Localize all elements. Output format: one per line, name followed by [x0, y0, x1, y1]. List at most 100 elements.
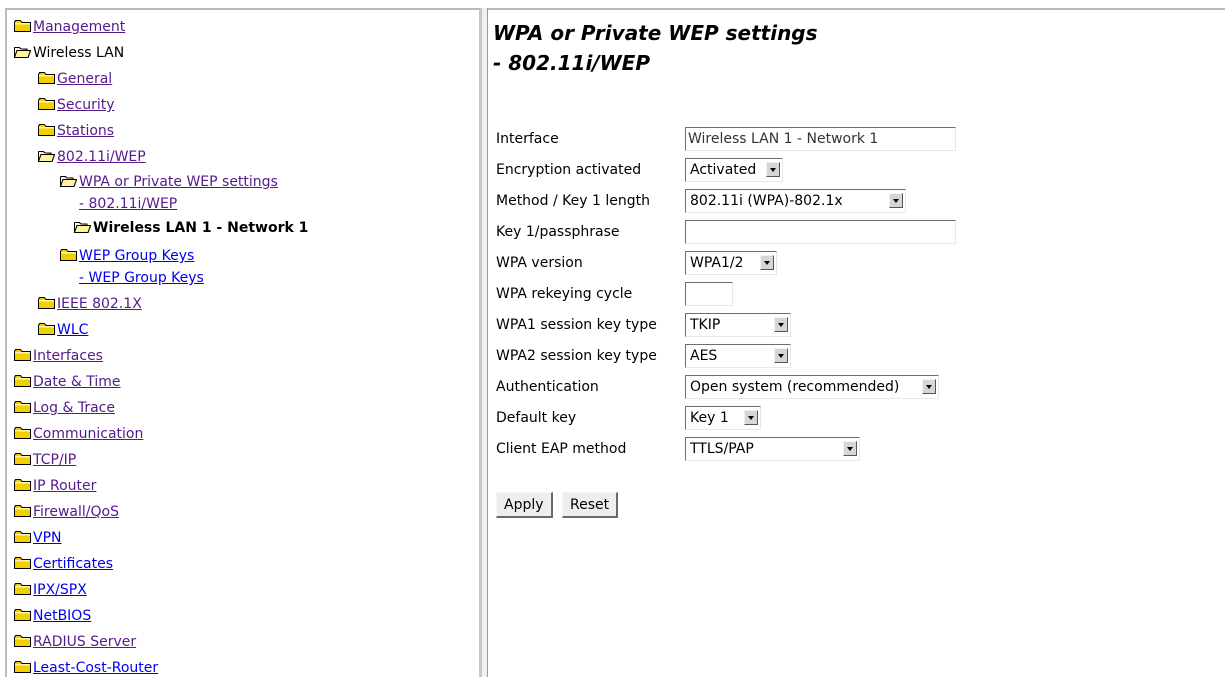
folder-icon	[14, 583, 31, 595]
wpa2-key-type-select[interactable]: AES	[685, 344, 791, 368]
nav-item-wireless-lan[interactable]: Wireless LAN	[14, 42, 124, 64]
nav-item-communication[interactable]: Communication	[14, 423, 143, 445]
default-key-select[interactable]: Key 1	[685, 406, 761, 430]
navigation-frame: Management Wireless LAN General Security…	[5, 8, 482, 677]
wpa1-key-type-select[interactable]: TKIP	[685, 313, 791, 337]
nav-item-ieee-8021x[interactable]: IEEE 802.1X	[38, 293, 142, 315]
folder-open-icon	[60, 175, 77, 187]
passphrase-input[interactable]	[685, 220, 956, 244]
folder-icon	[38, 72, 55, 84]
chevron-down-icon[interactable]	[766, 162, 780, 177]
nav-item-firewall-qos[interactable]: Firewall/QoS	[14, 501, 119, 523]
wpa2-key-type-label: WPA2 session key type	[496, 348, 657, 364]
nav-item-stations[interactable]: Stations	[38, 120, 114, 142]
chevron-down-icon[interactable]	[843, 441, 857, 456]
eap-method-label: Client EAP method	[496, 441, 627, 457]
nav-link-general[interactable]: General	[57, 71, 112, 87]
encryption-select-value: Activated	[690, 162, 757, 178]
nav-link-ip-router[interactable]: IP Router	[33, 478, 96, 494]
nav-item-tcpip[interactable]: TCP/IP	[14, 449, 76, 471]
nav-link-certificates[interactable]: Certificates	[33, 556, 113, 572]
nav-link-radius-server[interactable]: RADIUS Server	[33, 634, 136, 650]
nav-link-wpa-settings[interactable]: WPA or Private WEP settings	[79, 174, 278, 190]
wpa1-key-type-select-value: TKIP	[690, 317, 721, 333]
eap-method-select[interactable]: TTLS/PAP	[685, 437, 860, 461]
nav-item-log-trace[interactable]: Log & Trace	[14, 397, 115, 419]
page-title-line1: WPA or Private WEP settings	[493, 21, 818, 45]
chevron-down-icon[interactable]	[922, 379, 936, 394]
nav-link-firewall-qos[interactable]: Firewall/QoS	[33, 504, 119, 520]
nav-label-current-network: Wireless LAN 1 - Network 1	[93, 220, 309, 236]
nav-item-security[interactable]: Security	[38, 94, 115, 116]
nav-link-communication[interactable]: Communication	[33, 426, 143, 442]
interface-label: Interface	[496, 131, 559, 147]
page-title-line2: - 802.11i/WEP	[493, 51, 650, 75]
nav-link-log-trace[interactable]: Log & Trace	[33, 400, 115, 416]
default-key-select-value: Key 1	[690, 410, 729, 426]
chevron-down-icon[interactable]	[744, 410, 758, 425]
nav-link-netbios[interactable]: NetBIOS	[33, 608, 91, 624]
nav-item-date-time[interactable]: Date & Time	[14, 371, 121, 393]
nav-link-wlc[interactable]: WLC	[57, 322, 88, 338]
nav-item-vpn[interactable]: VPN	[14, 527, 62, 549]
nav-item-interfaces[interactable]: Interfaces	[14, 345, 103, 367]
authentication-select[interactable]: Open system (recommended)	[685, 375, 939, 399]
interface-field: Wireless LAN 1 - Network 1	[685, 127, 956, 151]
nav-item-ipx-spx[interactable]: IPX/SPX	[14, 579, 87, 601]
nav-link-management[interactable]: Management	[33, 19, 125, 35]
nav-link-date-time[interactable]: Date & Time	[33, 374, 121, 390]
folder-open-icon	[74, 221, 91, 233]
nav-item-ip-router[interactable]: IP Router	[14, 475, 96, 497]
wpa-version-select[interactable]: WPA1/2	[685, 251, 777, 275]
folder-icon	[14, 661, 31, 673]
eap-method-select-value: TTLS/PAP	[690, 441, 754, 457]
nav-item-management[interactable]: Management	[14, 16, 125, 38]
chevron-down-icon[interactable]	[889, 193, 903, 208]
nav-item-least-cost-router[interactable]: Least-Cost-Router	[14, 657, 158, 677]
nav-label-wireless-lan: Wireless LAN	[33, 45, 125, 61]
authentication-label: Authentication	[496, 379, 599, 395]
folder-icon	[14, 401, 31, 413]
folder-icon	[14, 427, 31, 439]
nav-item-wpa-settings[interactable]: WPA or Private WEP settings - 802.11i/WE…	[60, 171, 278, 215]
apply-button[interactable]: Apply	[496, 492, 553, 518]
rekeying-input[interactable]	[685, 282, 733, 306]
nav-item-wlc[interactable]: WLC	[38, 319, 88, 341]
nav-link-ieee-8021x[interactable]: IEEE 802.1X	[57, 296, 142, 312]
nav-link-tcpip[interactable]: TCP/IP	[33, 452, 76, 468]
folder-open-icon	[38, 150, 55, 162]
passphrase-label: Key 1/passphrase	[496, 224, 620, 240]
nav-item-radius-server[interactable]: RADIUS Server	[14, 631, 136, 653]
nav-link-vpn[interactable]: VPN	[33, 530, 62, 546]
chevron-down-icon[interactable]	[774, 317, 788, 332]
nav-link-least-cost-router[interactable]: Least-Cost-Router	[33, 660, 158, 676]
encryption-label: Encryption activated	[496, 162, 642, 178]
folder-icon	[14, 453, 31, 465]
nav-item-general[interactable]: General	[38, 68, 112, 90]
method-select[interactable]: 802.11i (WPA)-802.1x	[685, 189, 906, 213]
nav-link-wep-group-keys-sub[interactable]: - WEP Group Keys	[60, 267, 204, 289]
nav-item-80211i-wep[interactable]: 802.11i/WEP	[38, 146, 146, 168]
folder-icon	[38, 98, 55, 110]
nav-item-netbios[interactable]: NetBIOS	[14, 605, 91, 627]
nav-item-wep-group-keys[interactable]: WEP Group Keys - WEP Group Keys	[60, 245, 204, 289]
encryption-select[interactable]: Activated	[685, 158, 783, 182]
wpa1-key-type-label: WPA1 session key type	[496, 317, 657, 333]
folder-open-icon	[14, 46, 31, 58]
nav-link-80211i-wep[interactable]: 802.11i/WEP	[57, 149, 146, 165]
folder-icon	[14, 349, 31, 361]
nav-link-interfaces[interactable]: Interfaces	[33, 348, 103, 364]
nav-item-certificates[interactable]: Certificates	[14, 553, 113, 575]
folder-icon	[14, 609, 31, 621]
folder-icon	[38, 297, 55, 309]
wpa-version-label: WPA version	[496, 255, 583, 271]
nav-link-security[interactable]: Security	[57, 97, 115, 113]
nav-link-ipx-spx[interactable]: IPX/SPX	[33, 582, 87, 598]
method-label: Method / Key 1 length	[496, 193, 650, 209]
nav-link-stations[interactable]: Stations	[57, 123, 114, 139]
chevron-down-icon[interactable]	[760, 255, 774, 270]
nav-link-wpa-settings-sub[interactable]: - 802.11i/WEP	[60, 193, 278, 215]
nav-link-wep-group-keys[interactable]: WEP Group Keys	[79, 248, 194, 264]
chevron-down-icon[interactable]	[774, 348, 788, 363]
reset-button[interactable]: Reset	[562, 492, 619, 518]
